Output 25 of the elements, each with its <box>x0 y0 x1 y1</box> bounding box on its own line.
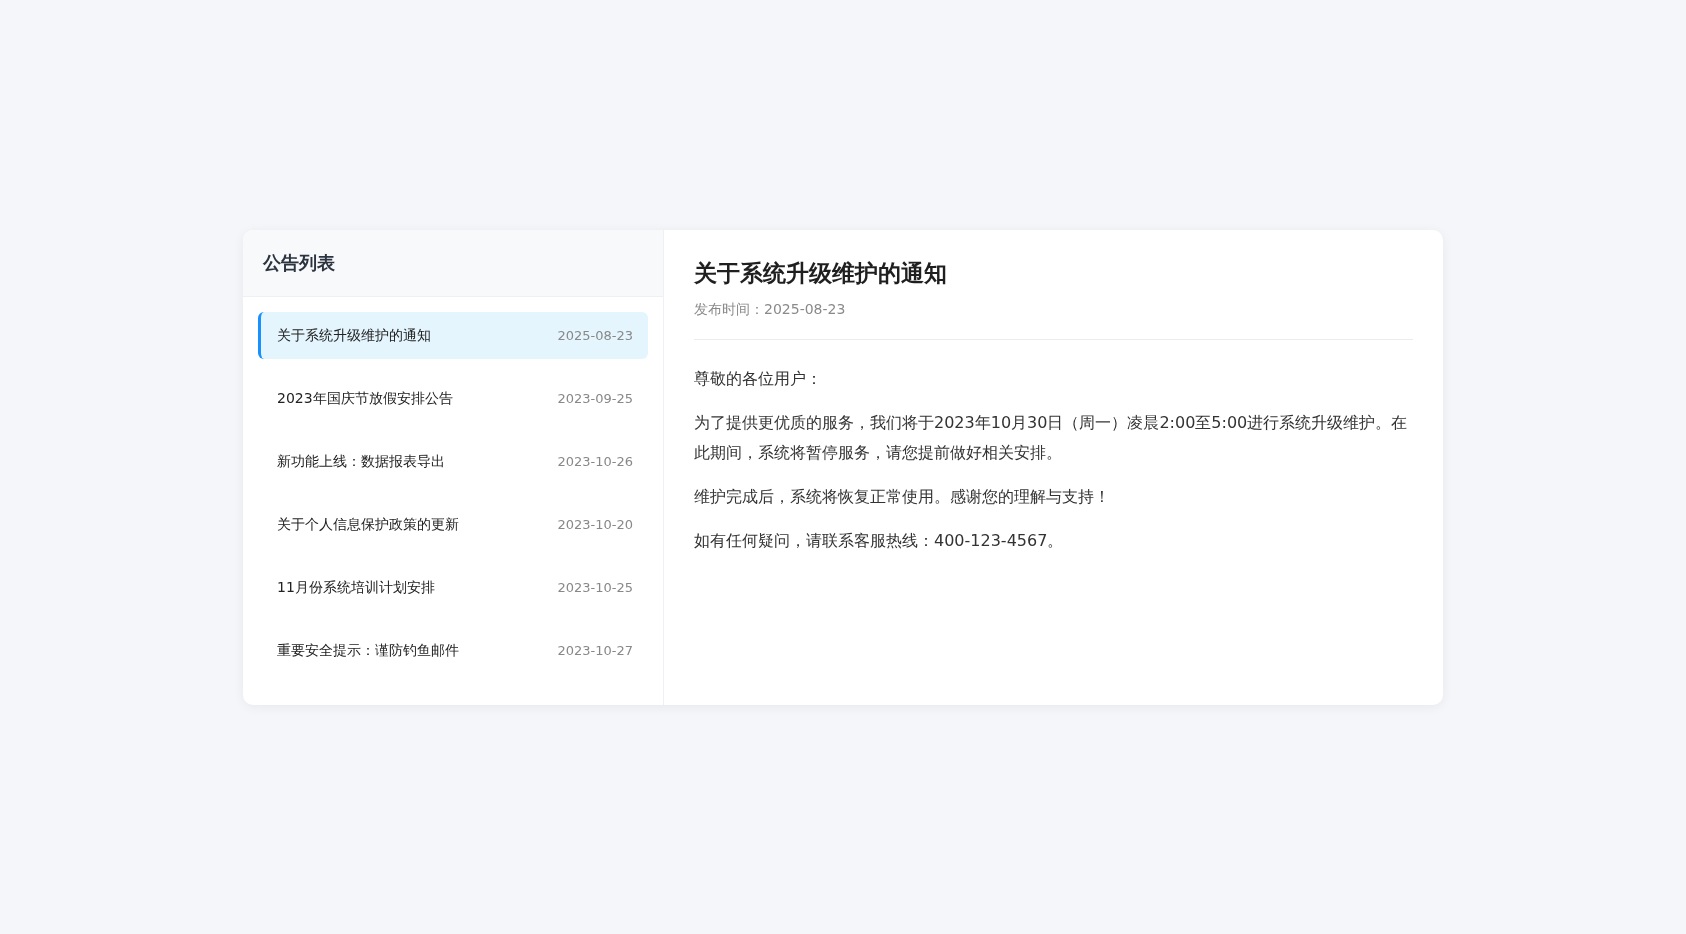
notice-paragraph: 如有任何疑问，请联系客服热线：400-123-4567。 <box>694 530 1065 552</box>
notice-title: 关于系统升级维护的通知 <box>277 326 431 345</box>
notice-date: 2023-09-25 <box>557 391 633 406</box>
notice-list-item[interactable]: 新功能上线：数据报表导出 2023-10-26 <box>258 438 648 485</box>
notice-date: 2023-10-20 <box>557 517 633 532</box>
panel-title: 公告列表 <box>263 251 335 275</box>
notice-paragraph: 为了提供更优质的服务，我们将于2023年10月30日（周一）凌晨2:00至5:00进行系统升级维护。在此期间，系统将暂停服务，请您提前做好相关安排。 <box>694 412 1409 464</box>
notice-title: 重要安全提示：谨防钓鱼邮件 <box>277 641 459 660</box>
notice-date: 2023-10-27 <box>557 643 633 658</box>
notice-title: 2023年国庆节放假安排公告 <box>277 389 453 408</box>
notice-list-item[interactable]: 关于个人信息保护政策的更新 2023-10-20 <box>258 501 648 548</box>
notice-paragraph: 尊敬的各位用户： <box>694 368 823 390</box>
notice-title: 新功能上线：数据报表导出 <box>277 452 445 471</box>
notice-list-item[interactable]: 重要安全提示：谨防钓鱼邮件 2023-10-27 <box>258 627 648 674</box>
notice-heading: 关于系统升级维护的通知 <box>694 259 948 288</box>
notice-date: 2023-10-26 <box>557 454 633 469</box>
publish-time: 发布时间：2025-08-23 <box>694 301 1413 340</box>
notice-list-item[interactable]: 11月份系统培训计划安排 2023-10-25 <box>258 564 648 611</box>
notice-list-item[interactable]: 2023年国庆节放假安排公告 2023-09-25 <box>258 375 648 422</box>
notice-date: 2023-10-25 <box>557 580 633 595</box>
notice-paragraph: 维护完成后，系统将恢复正常使用。感谢您的理解与支持！ <box>694 486 1111 508</box>
notice-title: 11月份系统培训计划安排 <box>277 578 435 597</box>
notice-list-item[interactable]: 关于系统升级维护的通知 2025-08-23 <box>258 312 648 359</box>
notice-title: 关于个人信息保护政策的更新 <box>277 515 459 534</box>
notice-date: 2025-08-23 <box>557 328 633 343</box>
